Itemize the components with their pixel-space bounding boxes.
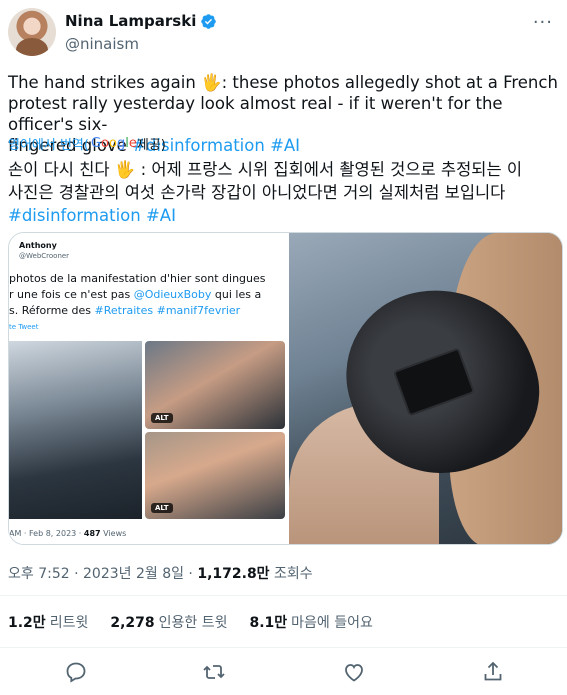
quoted-views-label: Views [100, 529, 127, 538]
google-logo: Google [90, 136, 137, 151]
quoted-mention: @OdieuxBoby [133, 288, 212, 301]
more-options-icon[interactable]: ··· [533, 12, 553, 33]
quoted-text: photos de la manifestation d'hier sont d… [9, 271, 287, 319]
hashtag-link[interactable]: #AI [270, 136, 300, 155]
like-stat[interactable]: 8.1만 마음에 들어요 [249, 612, 372, 632]
quoted-photo: ALT [145, 341, 285, 429]
quoted-date-text: AM · Feb 8, 2023 · [9, 529, 84, 538]
translated-line-2: 사진은 경찰관의 여섯 손가락 장갑이 아니었다면 거의 실제처럼 보입니다 [8, 183, 506, 202]
translated-line-1: 손이 다시 친다 🖐 : 어제 프랑스 시위 집회에서 촬영된 것으로 추정되는… [8, 160, 523, 179]
media-image-glove[interactable] [289, 233, 562, 544]
retweet-stat[interactable]: 1.2만 리트윗 [8, 612, 88, 632]
like-label: 마음에 들어요 [291, 615, 373, 631]
engagement-stats: 1.2만 리트윗 2,278 인용한 트윗 8.1만 마음에 들어요 [8, 612, 373, 632]
translate-label[interactable]: 영어에서 번역( [8, 134, 89, 153]
reply-icon[interactable] [64, 660, 88, 684]
quoted-photo-grid: ALT ALT [9, 341, 287, 519]
quote-stat[interactable]: 2,278 인용한 트윗 [110, 612, 227, 632]
quoted-translate-link: te Tweet [9, 323, 39, 331]
quoted-views-count: 487 [83, 529, 101, 538]
divider [0, 647, 567, 648]
alt-badge: ALT [151, 503, 173, 513]
share-icon[interactable] [481, 660, 505, 684]
quoted-line-1: photos de la manifestation d'hier sont d… [9, 272, 266, 285]
provided-label: 제공) [136, 138, 166, 153]
retweet-label: 리트윗 [49, 615, 89, 631]
tweet-timestamp[interactable]: 오후 7:52 · 2023년 2월 8일 · [8, 566, 197, 582]
quote-count: 2,278 [110, 615, 155, 631]
quoted-photo: ALT [145, 432, 285, 519]
verified-badge-icon [201, 13, 217, 29]
quoted-author-handle: @WebCrooner [19, 252, 70, 260]
quoted-line-3-prefix: s. Réforme des [9, 304, 95, 317]
quoted-date: AM · Feb 8, 2023 · 487 Views [9, 529, 126, 538]
alt-badge: ALT [151, 413, 173, 423]
like-count: 8.1만 [249, 615, 288, 631]
hashtag-link[interactable]: #disinformation [8, 206, 141, 225]
retweet-count: 1.2만 [8, 615, 46, 631]
media-image-screenshot[interactable]: Anthony @WebCrooner photos de la manifes… [9, 233, 287, 544]
tweet-media[interactable]: Anthony @WebCrooner photos de la manifes… [8, 232, 563, 545]
author-name-row[interactable]: Nina Lamparski [65, 12, 217, 30]
quoted-photo [9, 341, 142, 519]
retweet-icon[interactable] [202, 660, 226, 684]
tweet-line-2: protest rally yesterday look almost real… [8, 94, 503, 134]
divider [0, 595, 567, 596]
translated-text: 손이 다시 친다 🖐 : 어제 프랑스 시위 집회에서 촬영된 것으로 추정되는… [8, 158, 560, 227]
author-name[interactable]: Nina Lamparski [65, 12, 196, 30]
hashtag-link[interactable]: #AI [146, 206, 176, 225]
author-handle[interactable]: @ninaism [65, 35, 139, 53]
tweet-header: Nina Lamparski @ninaism ··· [0, 0, 567, 70]
tweet-line-1: The hand strikes again 🖐: these photos a… [8, 73, 558, 92]
tweet-meta: 오후 7:52 · 2023년 2월 8일 · 1,172.8만 조회수 [8, 563, 313, 583]
quoted-line-2-suffix: qui les a [211, 288, 262, 301]
quoted-line-2-prefix: r une fois ce n'est pas [9, 288, 134, 301]
quoted-author-name: Anthony [19, 241, 57, 250]
translation-attribution: 영어에서 번역( Google 제공) [8, 134, 166, 153]
quote-label: 인용한 트윗 [158, 615, 228, 631]
view-count: 1,172.8만 [197, 566, 270, 582]
action-bar [0, 650, 567, 695]
view-label: 조회수 [269, 566, 313, 582]
quoted-hashtags: #Retraites #manif7fevrier [94, 304, 241, 317]
avatar[interactable] [8, 8, 56, 56]
like-icon[interactable] [342, 660, 366, 684]
